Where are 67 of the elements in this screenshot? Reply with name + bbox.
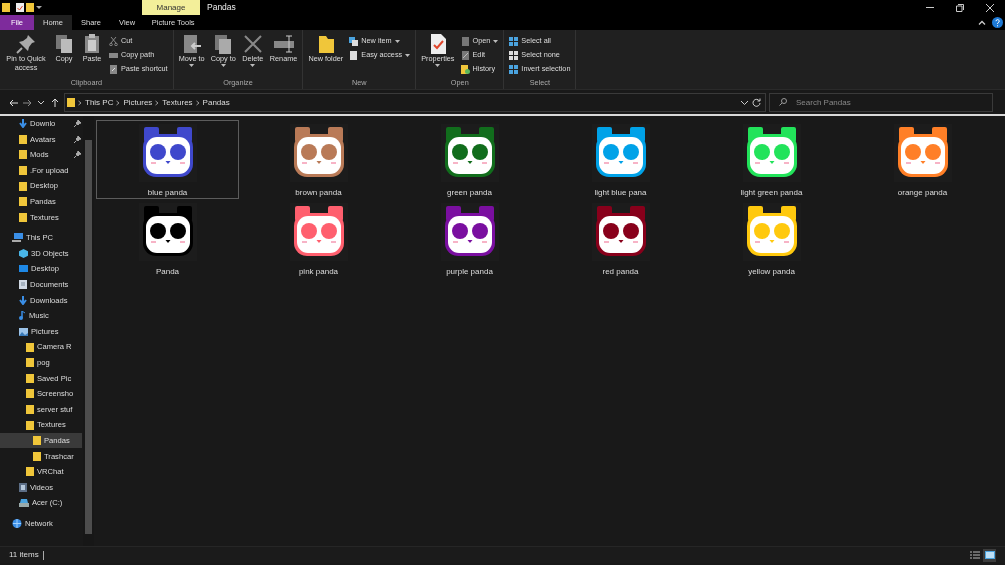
pin-icon (15, 33, 37, 55)
chevron-down-icon (38, 100, 44, 105)
select-grid-icon (509, 64, 519, 74)
download-icon (19, 119, 27, 129)
select-grid-icon (509, 36, 519, 46)
file-item[interactable]: orange panda (851, 120, 994, 199)
large-icons-view-button[interactable] (983, 548, 996, 562)
copy-path-icon (109, 50, 118, 60)
breadcrumb-item[interactable]: Textures (160, 96, 195, 109)
chevron-icon (77, 99, 83, 106)
copy-icon (53, 33, 75, 55)
network-icon (12, 519, 22, 529)
delete-icon (241, 33, 264, 55)
search-field[interactable]: Search Pandas (769, 93, 993, 112)
forward-arrow-icon (22, 98, 32, 107)
shortcut-icon (109, 64, 118, 74)
folder-icon (67, 98, 75, 107)
help-icon[interactable] (992, 17, 1003, 28)
drive-icon (19, 499, 29, 508)
breadcrumb-item[interactable]: This PC (83, 96, 116, 109)
scissors-icon (109, 36, 118, 46)
file-item[interactable]: light blue pana (549, 120, 692, 199)
file-item[interactable]: yellow panda (700, 199, 843, 278)
back-arrow-icon (8, 98, 18, 107)
history-icon (460, 64, 470, 74)
chevron-icon (154, 99, 161, 106)
breadcrumb-item[interactable]: Pandas (200, 96, 232, 109)
file-item[interactable]: purple panda (398, 199, 541, 278)
pictures-icon (19, 327, 28, 336)
document-icon (19, 280, 27, 290)
address-bar[interactable]: This PC Pictures Textures Pandas (64, 93, 766, 112)
minimize-icon (926, 7, 934, 8)
dropdown-icon[interactable] (741, 100, 748, 105)
file-item[interactable]: pink panda (247, 199, 390, 278)
file-item[interactable]: red panda (549, 199, 692, 278)
collapse-ribbon-icon[interactable] (978, 20, 986, 25)
rename-icon (272, 33, 295, 55)
download-icon (19, 295, 27, 305)
select-grid-icon (509, 50, 519, 60)
file-item[interactable]: green panda (398, 120, 541, 199)
music-icon (19, 311, 26, 321)
document-icon (349, 50, 359, 60)
file-item[interactable]: brown panda (247, 120, 390, 199)
close-icon (986, 3, 994, 12)
file-item[interactable]: blue panda (96, 120, 239, 199)
up-arrow-icon (51, 98, 59, 107)
folder-icon (2, 3, 10, 12)
restore-icon (956, 3, 964, 12)
file-item[interactable]: light green panda (700, 120, 843, 199)
caret-icon[interactable] (36, 5, 42, 10)
item-count: 11 items (9, 549, 39, 561)
videos-icon (19, 482, 27, 492)
window-title: Pandas (206, 1, 237, 14)
refresh-icon[interactable] (752, 98, 761, 107)
chevron-icon (194, 99, 201, 106)
file-item[interactable]: Panda (96, 199, 239, 278)
search-icon (779, 98, 787, 106)
new-item-icon (349, 36, 359, 46)
edit-icon (460, 50, 470, 60)
breadcrumb-item[interactable]: Pictures (121, 96, 155, 109)
desktop-icon (19, 265, 28, 274)
cube-icon (19, 249, 28, 259)
open-icon (460, 36, 470, 46)
chevron-icon (115, 99, 122, 106)
properties-icon[interactable] (16, 3, 24, 12)
computer-icon (12, 233, 23, 243)
context-tab-label: Manage (142, 0, 200, 15)
